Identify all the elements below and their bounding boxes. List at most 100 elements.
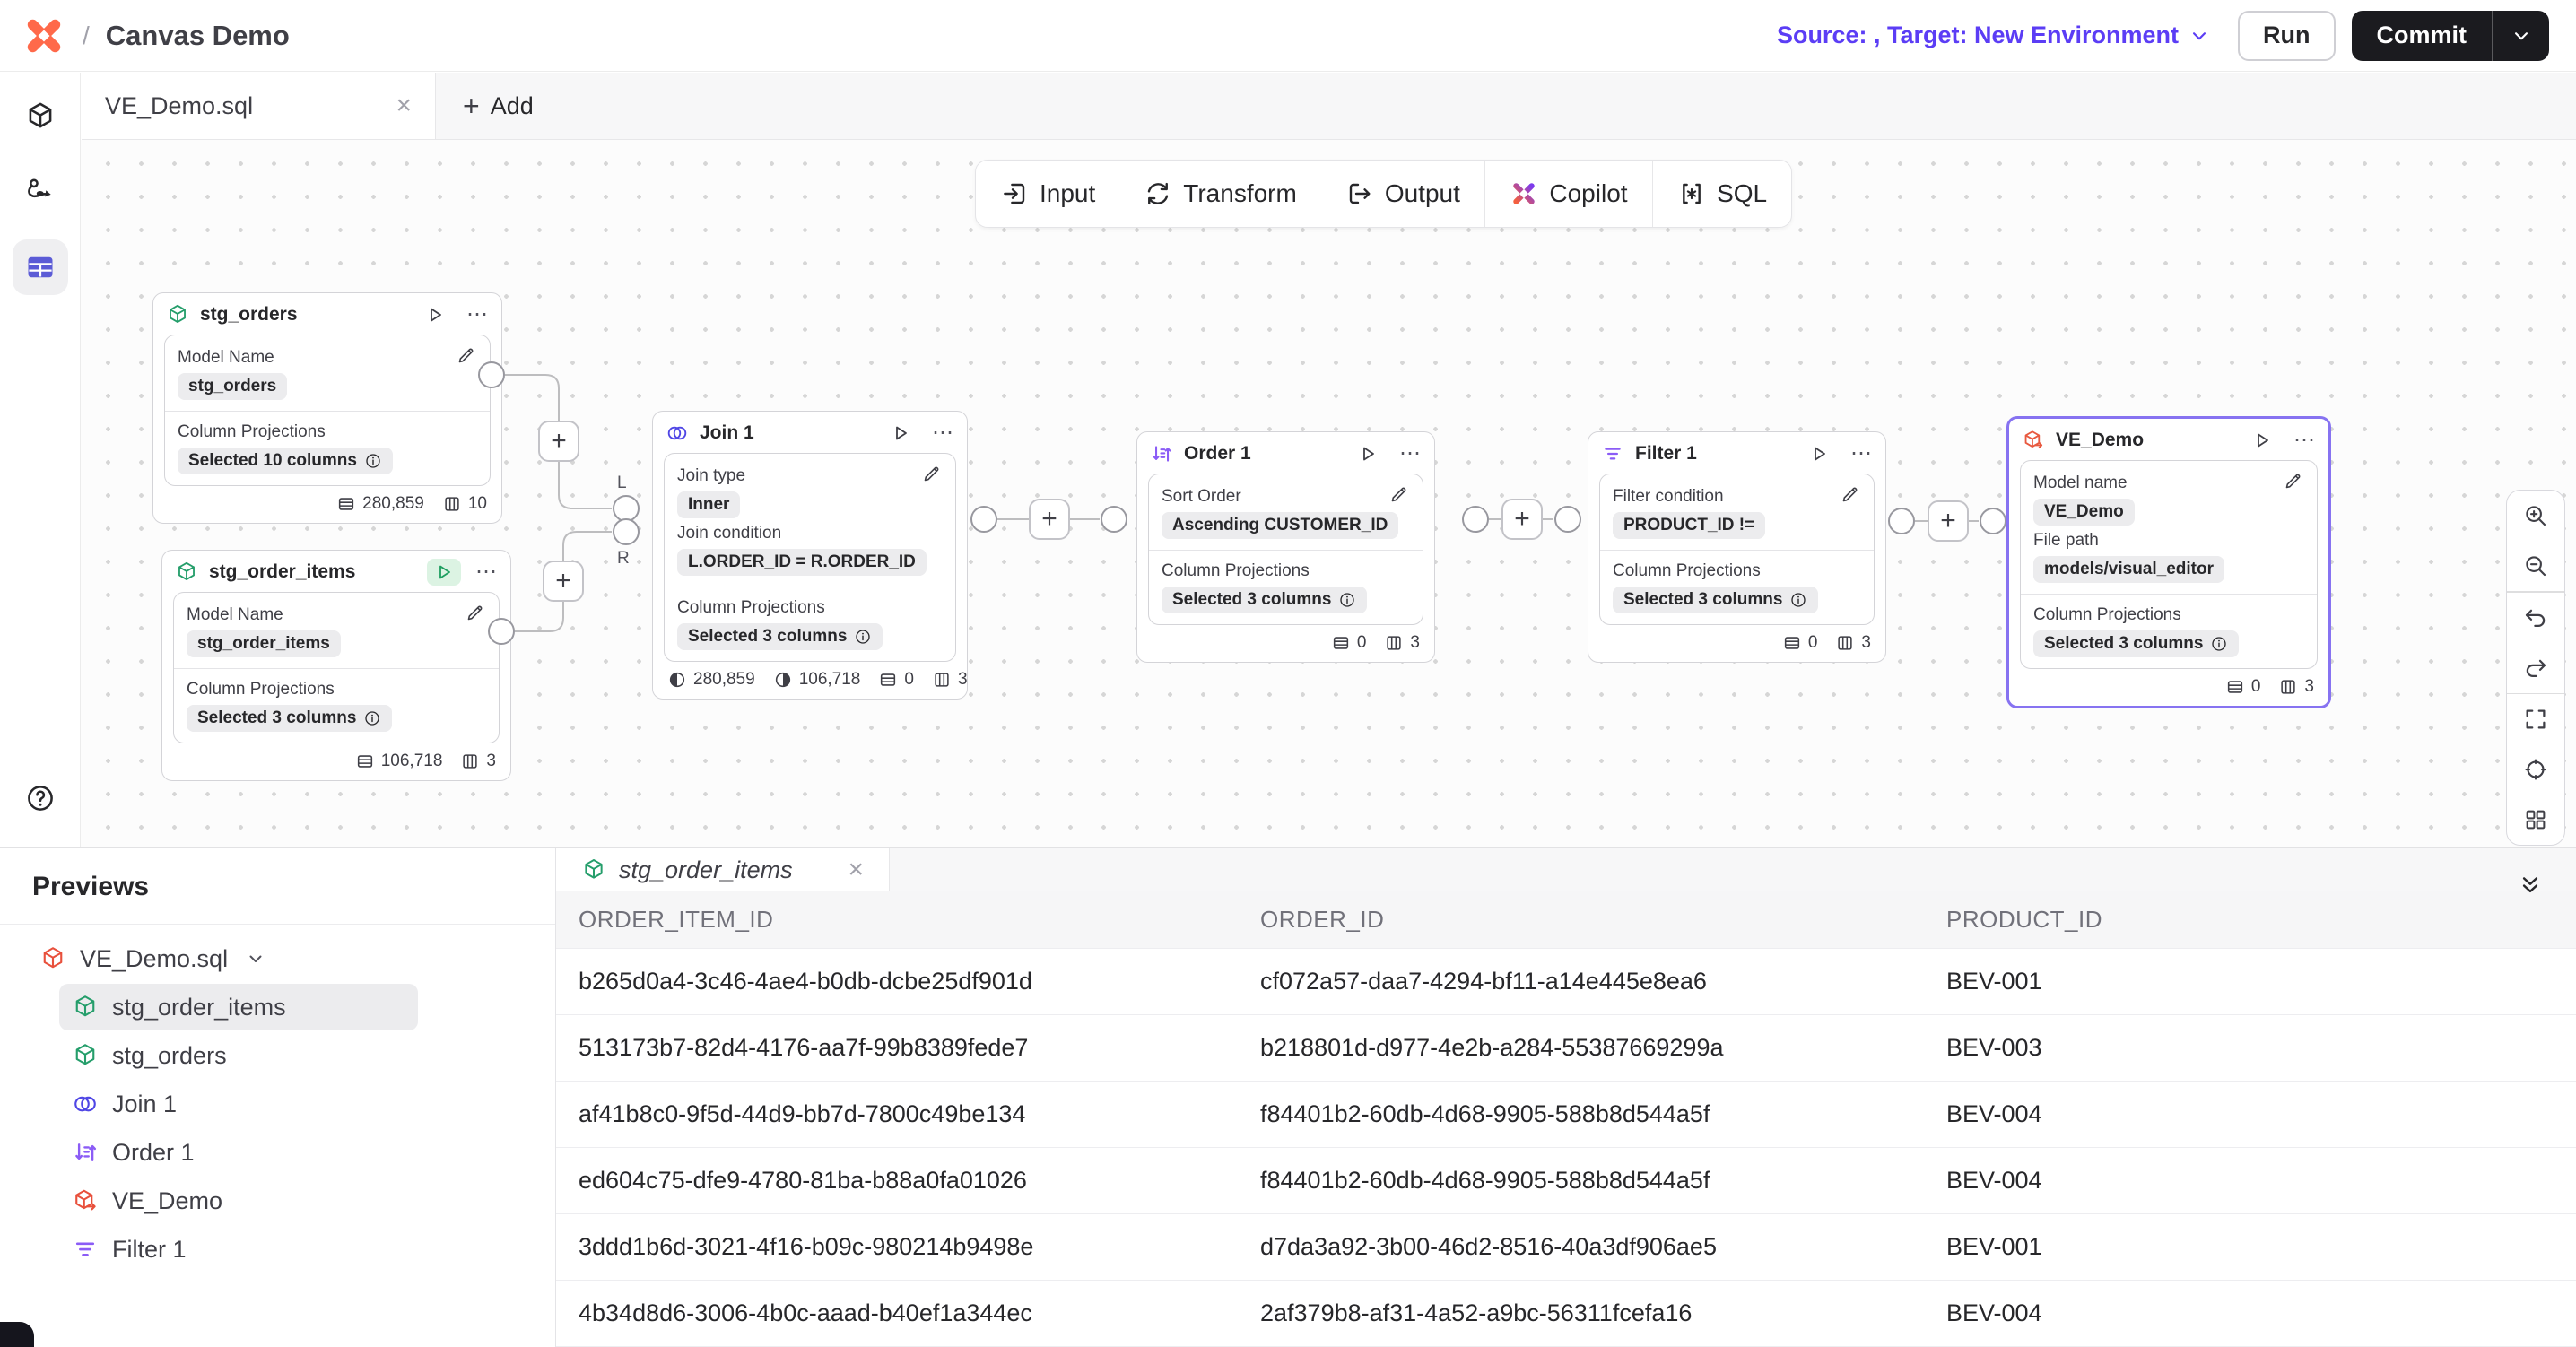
canvas[interactable]: Input Transform Output Copilot SQL (81, 140, 2576, 847)
node-menu-button[interactable]: ⋯ (932, 422, 954, 444)
tree-item-order-1[interactable]: Order 1 (59, 1129, 418, 1176)
tree-item-stg-order-items[interactable]: stg_order_items (59, 984, 418, 1030)
file-path-chip[interactable]: models/visual_editor (2033, 556, 2224, 583)
output-button[interactable]: Output (1321, 161, 1484, 227)
node-filter-1[interactable]: Filter 1 ⋯ Filter condition PRODUCT_ID !… (1588, 431, 1886, 663)
projections-chip[interactable]: Selected 10 columns (178, 448, 393, 474)
output-port-stg-order-items[interactable] (488, 618, 515, 645)
run-node-button[interactable] (418, 301, 452, 328)
node-join-1[interactable]: Join 1 ⋯ Join type Inner Join condition … (652, 411, 968, 700)
table-row[interactable]: ed604c75-dfe9-4780-81ba-b88a0fa01026 f84… (556, 1148, 2576, 1214)
column-header[interactable]: ORDER_ID (1238, 891, 1924, 948)
table-row[interactable]: 4b34d8d6-3006-4b0c-aaad-b40ef1a344ec 2af… (556, 1281, 2576, 1347)
copilot-button[interactable]: Copilot (1485, 161, 1651, 227)
chevron-down-icon[interactable] (245, 948, 266, 969)
add-tab-button[interactable]: + Add (436, 73, 561, 139)
run-node-button[interactable] (1351, 440, 1385, 467)
layout-grid-button[interactable] (2507, 795, 2564, 845)
rail-models-button[interactable] (13, 89, 68, 144)
input-port-ve-demo[interactable] (1980, 508, 2006, 534)
undo-button[interactable] (2507, 593, 2564, 643)
rail-table-button[interactable] (13, 239, 68, 295)
projections-chip[interactable]: Selected 3 columns (2033, 630, 2239, 657)
tree-item-join-1[interactable]: Join 1 (59, 1081, 418, 1127)
input-port-order[interactable] (1101, 506, 1127, 533)
model-name-chip[interactable]: VE_Demo (2033, 499, 2135, 526)
commit-dropdown-button[interactable] (2493, 11, 2549, 61)
close-preview-tab-icon[interactable]: × (848, 856, 864, 883)
node-order-1[interactable]: Order 1 ⋯ Sort Order Ascending CUSTOMER_… (1136, 431, 1435, 663)
node-menu-button[interactable]: ⋯ (2293, 430, 2316, 451)
edit-pencil-icon[interactable] (2283, 470, 2304, 491)
output-port-order[interactable] (1462, 506, 1489, 533)
edit-pencil-icon[interactable] (465, 602, 486, 623)
transform-button[interactable]: Transform (1119, 161, 1321, 227)
edit-pencil-icon[interactable] (456, 344, 477, 366)
filter-condition-chip[interactable]: PRODUCT_ID != (1613, 512, 1765, 539)
environment-label: Source: , Target: New Environment (1777, 22, 2179, 49)
node-menu-button[interactable]: ⋯ (1399, 443, 1422, 465)
table-row[interactable]: 513173b7-82d4-4176-aa7f-99b8389fede7 b21… (556, 1015, 2576, 1082)
sql-button[interactable]: SQL (1653, 161, 1791, 227)
run-node-button[interactable] (1802, 440, 1836, 467)
projections-chip[interactable]: Selected 3 columns (1162, 587, 1367, 613)
tree-item-ve-demo-sql[interactable]: VE_Demo.sql (27, 935, 534, 982)
node-ve-demo[interactable]: VE_Demo ⋯ Model name VE_Demo File path m… (2006, 416, 2331, 708)
close-tab-icon[interactable]: × (396, 92, 412, 119)
add-node-on-edge-button[interactable]: + (543, 561, 584, 602)
node-stg-orders[interactable]: stg_orders ⋯ Model Name stg_orders Colum… (152, 292, 502, 524)
preview-tab-stg-order-items[interactable]: stg_order_items × (556, 848, 890, 891)
zoom-out-button[interactable] (2507, 541, 2564, 591)
table-row[interactable]: 3ddd1b6d-3021-4f16-b09c-980214b9498e d7d… (556, 1214, 2576, 1281)
tab-ve-demo-sql[interactable]: VE_Demo.sql × (82, 73, 436, 139)
add-node-on-edge-button[interactable]: + (538, 421, 579, 462)
run-node-button[interactable] (2245, 427, 2279, 454)
projections-chip[interactable]: Selected 3 columns (1613, 587, 1818, 613)
fit-view-button[interactable] (2507, 694, 2564, 744)
rail-lineage-button[interactable] (13, 164, 68, 220)
model-cube-icon (72, 1042, 99, 1069)
output-port-stg-orders[interactable] (478, 361, 505, 388)
edit-pencil-icon[interactable] (1388, 483, 1410, 505)
environment-selector[interactable]: Source: , Target: New Environment (1777, 22, 2211, 49)
add-node-on-edge-button[interactable]: + (1501, 499, 1543, 540)
collapse-panel-button[interactable] (2517, 872, 2544, 899)
commit-split-button[interactable]: Commit (2352, 11, 2550, 61)
node-menu-button[interactable]: ⋯ (1850, 443, 1873, 465)
join-condition-chip[interactable]: L.ORDER_ID = R.ORDER_ID (677, 549, 927, 576)
model-name-chip[interactable]: stg_order_items (187, 630, 341, 657)
help-button[interactable] (13, 770, 68, 826)
tree-item-stg-orders[interactable]: stg_orders (59, 1032, 418, 1079)
column-header[interactable]: ORDER_ITEM_ID (556, 891, 1238, 948)
output-port-join[interactable] (970, 506, 997, 533)
column-header[interactable]: PRODUCT_ID (1924, 891, 2576, 948)
dbt-logo-icon[interactable] (23, 15, 65, 56)
input-button[interactable]: Input (976, 161, 1119, 227)
table-row[interactable]: af41b8c0-9f5d-44d9-bb7d-7800c49be134 f84… (556, 1082, 2576, 1148)
projections-chip[interactable]: Selected 3 columns (677, 623, 883, 650)
node-menu-button[interactable]: ⋯ (475, 561, 498, 583)
run-node-button[interactable] (883, 420, 918, 447)
edit-pencil-icon[interactable] (1840, 483, 1861, 505)
run-button[interactable]: Run (2238, 11, 2335, 61)
join-type-chip[interactable]: Inner (677, 491, 740, 518)
locate-button[interactable] (2507, 744, 2564, 795)
node-stg-order-items[interactable]: stg_order_items ⋯ Model Name stg_order_i… (161, 550, 511, 781)
redo-button[interactable] (2507, 643, 2564, 693)
model-name-chip[interactable]: stg_orders (178, 373, 287, 400)
run-node-button[interactable] (427, 559, 461, 586)
input-port-join-right[interactable] (613, 518, 640, 545)
commit-button[interactable]: Commit (2352, 11, 2494, 61)
node-menu-button[interactable]: ⋯ (466, 304, 489, 326)
table-row[interactable]: b265d0a4-3c46-4ae4-b0db-dcbe25df901d cf0… (556, 948, 2576, 1015)
sort-order-chip[interactable]: Ascending CUSTOMER_ID (1162, 512, 1398, 539)
tree-item-filter-1[interactable]: Filter 1 (59, 1226, 418, 1273)
add-node-on-edge-button[interactable]: + (1928, 500, 1969, 542)
input-port-filter[interactable] (1554, 506, 1581, 533)
tree-item-ve-demo[interactable]: VE_Demo (59, 1178, 418, 1224)
projections-chip[interactable]: Selected 3 columns (187, 705, 392, 732)
edit-pencil-icon[interactable] (921, 463, 943, 484)
add-node-on-edge-button[interactable]: + (1029, 499, 1070, 540)
output-port-filter[interactable] (1888, 508, 1915, 534)
zoom-in-button[interactable] (2507, 491, 2564, 541)
